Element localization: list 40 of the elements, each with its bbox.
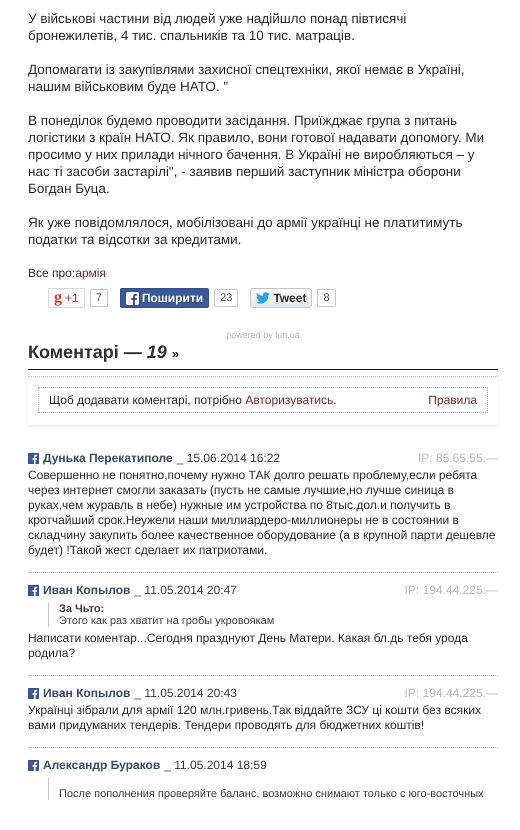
comments-heading: Коментарі — 19 »	[28, 342, 498, 370]
facebook-icon	[126, 292, 139, 304]
comment-date: _ 15.06.2014 16:22	[176, 451, 280, 465]
comment-date: _ 11.05.2014 18:59	[164, 758, 267, 772]
comment-text: Написати коментар...Сегодня празднуют День Матери. Какая бл.дь тебя урода родила?	[28, 631, 469, 661]
comment-text: Совершенно не понятно,почему нужно ТАК долго решать проблему,если ребята через интернет смогли заказать (пусть не самые лучшие,но лучше синица в руках,чем журавль в небе) нужные им устройства по 8тыс.дол.и получить в кротчайший срок.Неужели наши миллиардеро-миллионеры не в состоянии в складчину закупить более качественное оборудование (а в крупной парти дешевле будет) !Такой жест сделает их патриотами.	[28, 468, 496, 558]
facebook-icon	[28, 584, 39, 596]
comment-date: _ 11.05.2014 20:43	[134, 686, 237, 700]
facebook-icon	[28, 452, 39, 464]
tag-link[interactable]: армія	[75, 266, 106, 280]
quote-text: Этого как раз хватит на гробы укровоякам	[59, 615, 276, 627]
article-paragraph: У військові частини від людей уже надійшло понад півтисячі бронежилетів, 4 тис. спальників та 10 тис. матраців.	[28, 10, 408, 44]
share-count: 8	[317, 289, 336, 307]
google-plus-button[interactable]: g +1	[48, 288, 85, 308]
comment-author[interactable]: Иван Копылов	[43, 686, 130, 700]
bird-icon	[256, 292, 270, 304]
rules-link[interactable]: Правила	[428, 393, 477, 407]
comment-ip: IP: 194.44.225.—	[404, 583, 498, 597]
facebook-icon	[28, 760, 39, 770]
share-count: 7	[90, 289, 108, 307]
share-count: 23	[214, 289, 238, 307]
quote-author: За Чьто:	[59, 603, 106, 615]
comment-ip: IP: 194.44.225.—	[404, 686, 498, 700]
facebook-icon	[28, 688, 39, 698]
login-link[interactable]: Авторизуватись.	[245, 393, 337, 407]
comment-text: Українці зібрали для армії 120 млн.гривень.Так віддайте ЗСУ ці кошти без всяких вами придуманих тендерів. Тендери проводять для бюджетних коштів!	[28, 703, 482, 733]
tweet-button[interactable]: Tweet	[250, 288, 312, 308]
comment-date: _ 11.05.2014 20:47	[134, 583, 237, 597]
tags-label: Все про:	[28, 266, 76, 280]
comment-ip: IP: 85.65.55.—	[418, 451, 498, 465]
quote-text: После пополнения проверяйте баланс, возможно снимают только с юго-восточных	[59, 788, 485, 800]
comment-author[interactable]: Александр Бураков	[43, 758, 160, 772]
article-paragraph: В понеділок будемо проводити засідання. Приїжджає група з питань логістики з країн НАТО. Як правило, вони готової надавати допомогу. Ми просимо у них прилади нічного бачення. В Україні не виробляються – у нас ті засоби застарілі", - заявив перший заступник міністра оборони Богдан Буца.	[28, 112, 486, 197]
comment-author[interactable]: Иван Копылов	[43, 583, 130, 597]
powered-by-text: powered by lun.ua	[225, 330, 301, 340]
login-notice-text: Щоб додавати коментарі, потрібно Авторизуватись.	[49, 393, 337, 407]
comment-author[interactable]: Дунька Перекатиполе	[43, 451, 173, 465]
article-paragraph: Допомагати із закупівлями захисної спецтехніки, якої немає в Україні, нашим військовим буде НАТО. "	[28, 61, 466, 95]
share-button[interactable]: Поширити	[120, 288, 210, 308]
article-paragraph: Як уже повідомлялося, мобілізовані до армії українці не платитимуть податки та відсотки за кредитами.	[28, 214, 464, 248]
